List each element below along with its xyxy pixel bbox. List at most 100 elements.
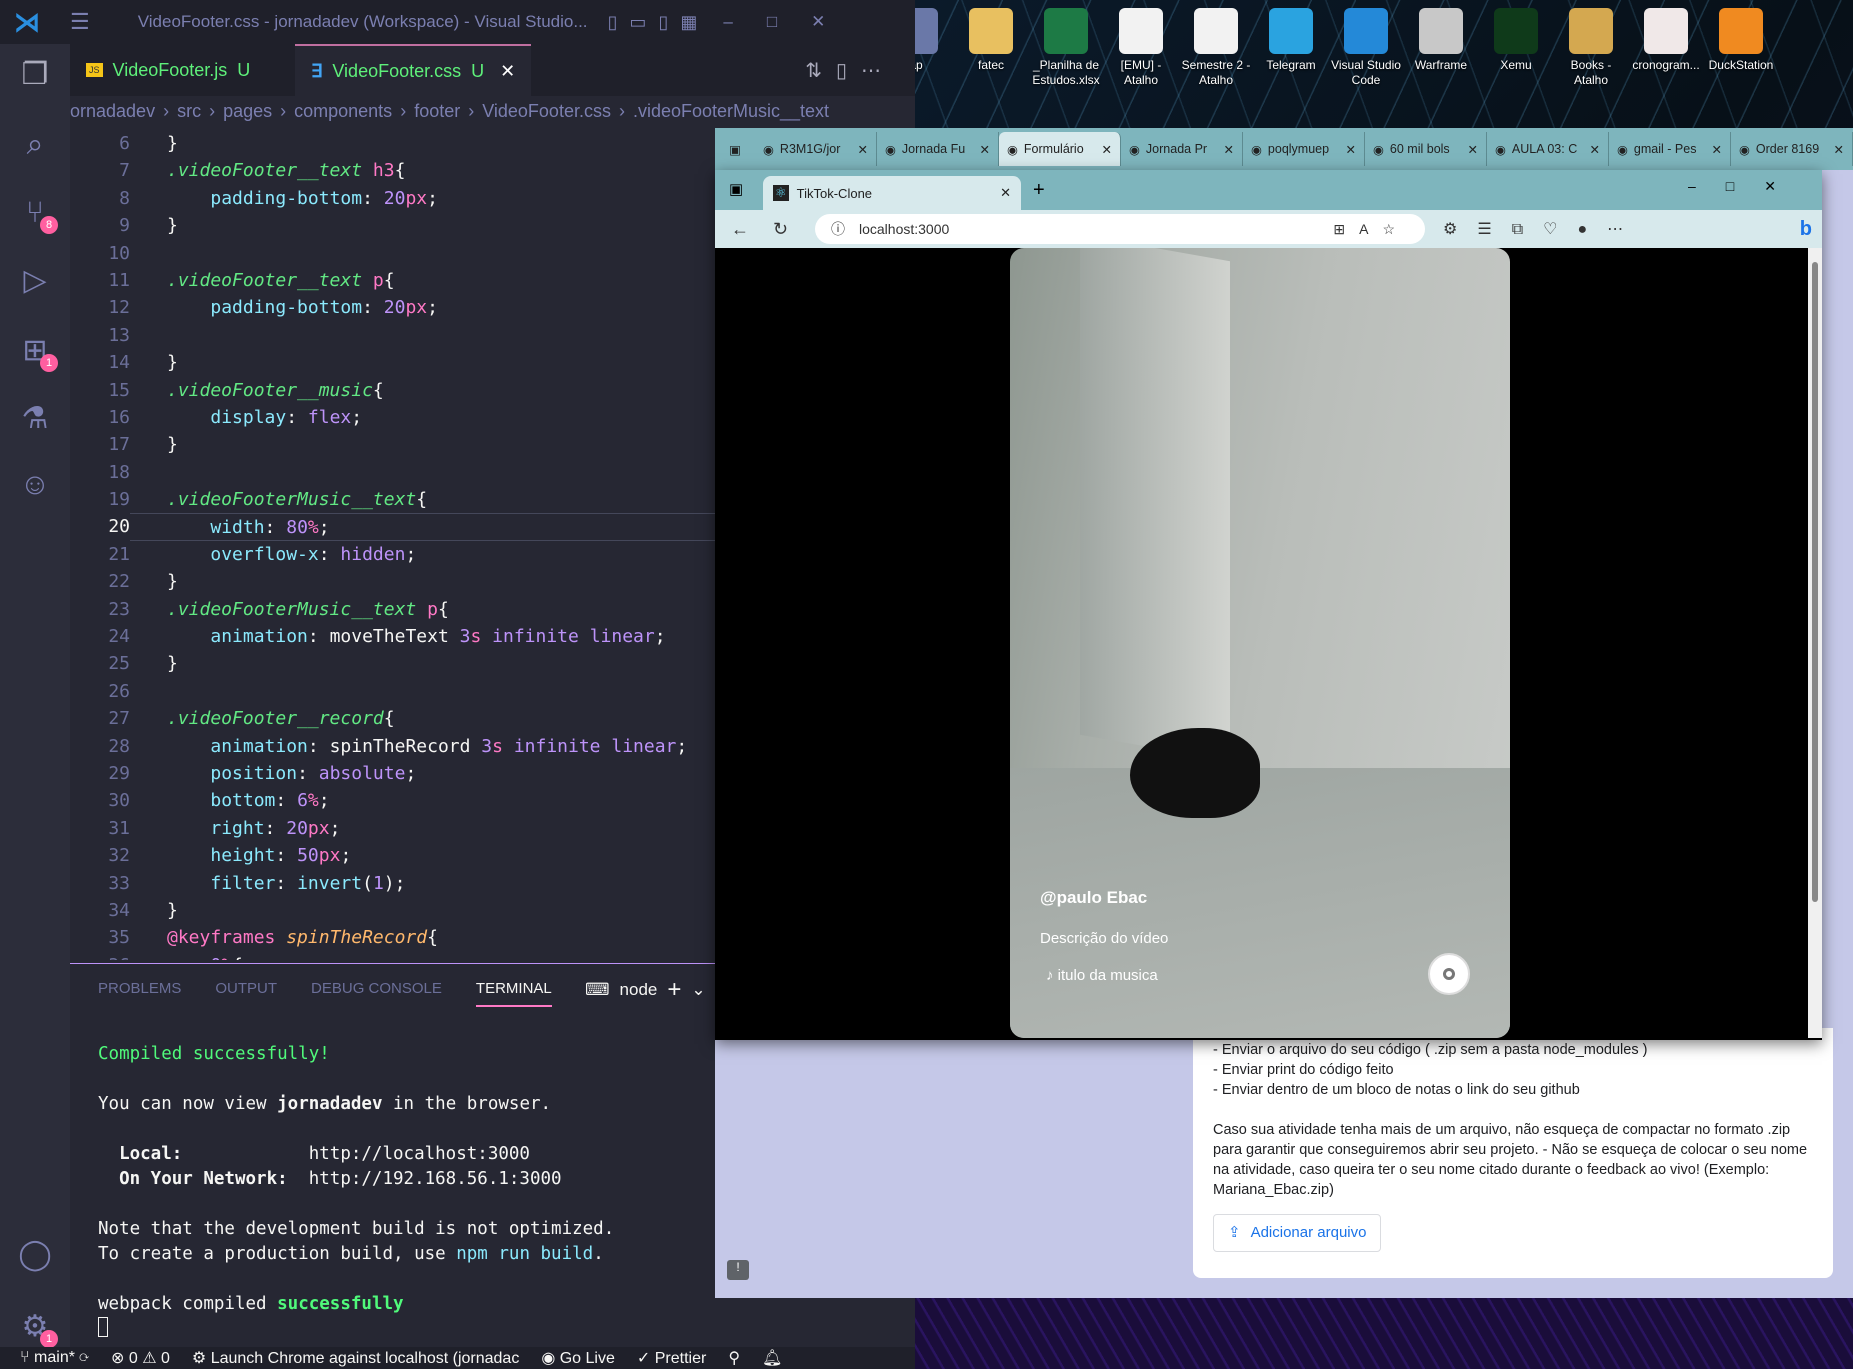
code-token: : xyxy=(275,790,298,812)
feedback-icon[interactable]: ! xyxy=(727,1260,749,1280)
browser-tab[interactable]: ◉ Jornada Pr ✕ xyxy=(1121,132,1243,166)
terminal-selector[interactable]: ⌨ node + ⌄ xyxy=(585,976,706,1004)
account-icon[interactable]: ◯ xyxy=(14,1234,56,1276)
browser-tab[interactable]: ◉ gmail - Pes ✕ xyxy=(1609,132,1731,166)
branch-indicator[interactable]: ⑂ main* ⟳ xyxy=(20,1349,89,1367)
tab-tiktok-clone[interactable]: ⚛ TikTok-Clone ✕ xyxy=(763,176,1021,210)
add-file-button[interactable]: ⇪ Adicionar arquivo xyxy=(1213,1214,1382,1252)
remote-icon[interactable]: ☺ xyxy=(14,464,56,506)
network-url-link[interactable]: http://192.168.56.1:3000 xyxy=(309,1169,562,1189)
local-url-link[interactable]: http://localhost:3000 xyxy=(309,1144,530,1164)
back-button[interactable]: ← xyxy=(731,219,749,240)
address-actions[interactable]: ⊞A☆ xyxy=(1333,221,1409,238)
desktop-icon[interactable]: Visual Studio Code xyxy=(1330,8,1402,88)
terminal-output[interactable]: Compiled successfully! You can now view … xyxy=(98,1042,614,1345)
breadcrumb-item[interactable]: pages xyxy=(223,101,272,122)
code-token: } xyxy=(167,571,178,593)
settings-gear-icon[interactable]: ⚙ 1 xyxy=(14,1306,58,1348)
video-username[interactable]: @paulo Ebac xyxy=(1040,888,1168,908)
panel-tab[interactable]: PROBLEMS xyxy=(98,980,181,1007)
close-tab-icon[interactable]: ✕ xyxy=(1468,142,1478,157)
close-tab-icon[interactable]: ✕ xyxy=(1834,142,1844,157)
search-icon[interactable]: ⌕ xyxy=(14,124,56,166)
testing-icon[interactable]: ⚗ xyxy=(14,398,56,440)
close-tab-icon[interactable]: ✕ xyxy=(858,142,868,157)
desktop-icon[interactable]: _Planilha de Estudos.xlsx xyxy=(1030,8,1102,88)
browser-tab[interactable]: ◉ Order 8169 ✕ xyxy=(1731,132,1853,166)
layout-toggle-icons[interactable]: ▯▭▯▦ xyxy=(608,12,710,33)
close-tab-icon[interactable]: ✕ xyxy=(500,61,515,82)
tab-title: AULA 03: C xyxy=(1511,142,1578,156)
panel-tab[interactable]: DEBUG CONSOLE xyxy=(311,980,442,1007)
explorer-icon[interactable]: ❐ xyxy=(14,54,56,96)
code-token: { xyxy=(437,598,449,620)
browser-tab[interactable]: ◉ AULA 03: C ✕ xyxy=(1487,132,1609,166)
breadcrumb-item[interactable]: src xyxy=(177,101,201,122)
run-debug-icon[interactable]: ▷ xyxy=(14,260,56,302)
site-info-icon[interactable]: ⓘ xyxy=(831,219,845,239)
toolbar-icons[interactable]: ⚙☰⧉♡●⋯ xyxy=(1443,219,1643,239)
breadcrumb-item[interactable]: ornadadev xyxy=(70,101,155,122)
breadcrumb-item[interactable]: .videoFooterMusic__text xyxy=(633,101,829,122)
code-token: { xyxy=(394,160,406,182)
go-live-button[interactable]: ◉ Go Live xyxy=(541,1348,615,1368)
breadcrumb-item[interactable]: components xyxy=(294,101,392,122)
close-tab-icon[interactable]: ✕ xyxy=(1102,142,1112,157)
browser-tab[interactable]: ◉ Jornada Fu ✕ xyxy=(877,132,999,166)
breadcrumb-item[interactable]: footer xyxy=(414,101,460,122)
maximize-button[interactable]: □ xyxy=(767,12,777,32)
chevron-right-icon: › xyxy=(400,100,407,121)
problems-indicator[interactable]: ⊗ 0 ⚠ 0 xyxy=(111,1348,170,1368)
browser-tab[interactable]: ◉ poqlymuep ✕ xyxy=(1243,132,1365,166)
window-controls[interactable]: –□✕ xyxy=(1688,178,1806,195)
url-field[interactable]: ⓘ localhost:3000 ⊞A☆ xyxy=(815,214,1425,244)
scrollbar[interactable] xyxy=(1808,248,1822,1038)
close-tab-icon[interactable]: ✕ xyxy=(1590,142,1600,157)
desktop-icon[interactable]: Xemu xyxy=(1480,8,1552,73)
new-terminal-icon[interactable]: + xyxy=(667,976,681,1004)
close-button[interactable]: ✕ xyxy=(811,12,825,32)
tab-actions-icon[interactable]: ▣ xyxy=(715,142,755,157)
desktop-icon[interactable]: DuckStation xyxy=(1705,8,1777,73)
close-tab-icon[interactable]: ✕ xyxy=(1712,142,1722,157)
browser-tab[interactable]: ◉ R3M1G/jor ✕ xyxy=(755,132,877,166)
close-tab-icon[interactable]: ✕ xyxy=(1224,142,1234,157)
close-tab-icon[interactable]: ✕ xyxy=(1000,185,1011,201)
extensions-icon[interactable]: ⊞ 1 xyxy=(14,330,58,372)
close-tab-icon[interactable]: ✕ xyxy=(980,142,990,157)
code-token: px xyxy=(307,817,330,839)
bing-copilot-icon[interactable]: b xyxy=(1800,218,1812,241)
panel-tab[interactable]: OUTPUT xyxy=(215,980,277,1007)
desktop-icon[interactable]: Semestre 2 - Atalho xyxy=(1180,8,1252,88)
desktop-icon[interactable]: fatec xyxy=(955,8,1027,73)
code-token: display xyxy=(210,406,287,428)
form-requirement: - Enviar o arquivo do seu código ( .zip … xyxy=(1213,1042,1648,1058)
chevron-down-icon[interactable]: ⌄ xyxy=(691,980,705,1000)
desktop-icon[interactable]: [EMU] - Atalho xyxy=(1105,8,1177,88)
tab-videofooter-css[interactable]: ∃ VideoFooter.css U ✕ xyxy=(295,44,532,96)
minimize-button[interactable]: – xyxy=(723,12,732,32)
new-tab-button[interactable]: + xyxy=(1033,179,1045,202)
accounts-icon[interactable]: ⚲ xyxy=(728,1348,740,1368)
tab-actions-icon[interactable]: ▣ xyxy=(729,180,743,198)
notifications-bell-icon[interactable]: 🔔︎ xyxy=(762,1348,782,1368)
panel-tab[interactable]: TERMINAL xyxy=(475,980,552,1007)
launch-config[interactable]: ⚙ Launch Chrome against localhost (jorna… xyxy=(192,1348,519,1368)
desktop-icon[interactable]: ap xyxy=(915,8,952,73)
browser-tab[interactable]: ◉ 60 mil bols ✕ xyxy=(1365,132,1487,166)
prettier-button[interactable]: ✓ Prettier xyxy=(637,1348,706,1368)
tab-videofooter-js[interactable]: JS VideoFooter.js U xyxy=(70,44,266,96)
breadcrumb-item[interactable]: VideoFooter.css xyxy=(482,101,611,122)
editor-actions[interactable]: ⇅▯⋯ xyxy=(805,58,895,83)
close-tab-icon[interactable]: ✕ xyxy=(1346,142,1356,157)
source-control-icon[interactable]: ⑂ 8 xyxy=(14,192,58,234)
video-player[interactable]: @paulo Ebac Descrição do vídeo ♪ itulo d… xyxy=(1010,248,1510,1038)
reload-button[interactable]: ↻ xyxy=(773,219,788,240)
desktop-icon[interactable]: Warframe xyxy=(1405,8,1477,73)
scm-badge: 8 xyxy=(40,216,58,234)
desktop-icon[interactable]: Books - Atalho xyxy=(1555,8,1627,88)
desktop-icon[interactable]: cronogram... xyxy=(1630,8,1702,73)
menu-icon[interactable]: ☰ xyxy=(70,9,90,35)
desktop-icon[interactable]: Telegram xyxy=(1255,8,1327,73)
browser-tab[interactable]: ◉ Formulário ✕ xyxy=(999,132,1121,166)
